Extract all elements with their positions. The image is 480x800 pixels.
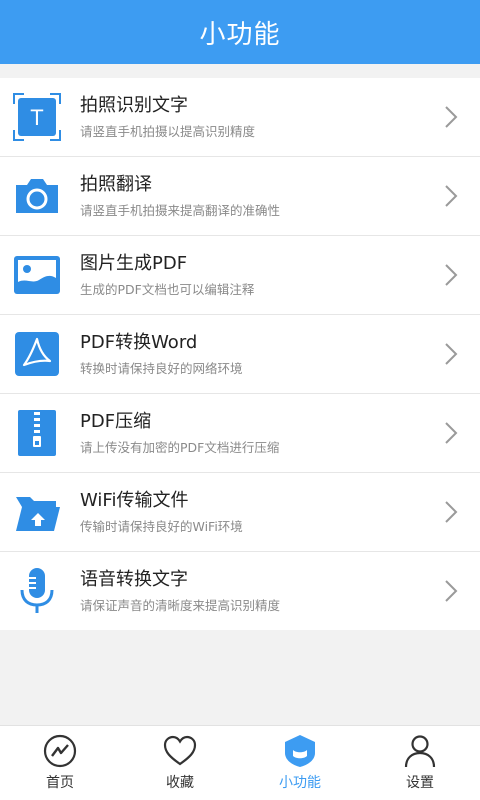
chevron-right-icon	[436, 102, 466, 132]
feature-subtitle: 请上传没有加密的PDF文档进行压缩	[80, 440, 280, 455]
feature-subtitle: 生成的PDF文档也可以编辑注释	[80, 282, 255, 297]
tab-favorites[interactable]: 收藏	[120, 726, 240, 800]
feature-title: 图片生成PDF	[80, 253, 188, 274]
feature-title: 拍照识别文字	[80, 95, 188, 116]
microphone-icon	[12, 566, 62, 616]
user-icon	[401, 732, 439, 770]
chevron-right-icon	[436, 497, 466, 527]
feature-item-speech-to-text[interactable]: 语音转换文字 请保证声音的清晰度来提高识别精度	[0, 552, 480, 630]
tab-label: 设置	[406, 775, 434, 791]
pdf-icon	[12, 329, 62, 379]
tab-label: 收藏	[166, 775, 194, 791]
zip-icon	[12, 408, 62, 458]
feature-title: 拍照翻译	[80, 174, 152, 195]
bottom-tab-bar: 首页 收藏 小功能 设置	[0, 725, 480, 800]
feature-subtitle: 请竖直手机拍摄来提高翻译的准确性	[80, 203, 281, 218]
chevron-right-icon	[436, 260, 466, 290]
feature-item-pdf-to-word[interactable]: PDF转换Word 转换时请保持良好的网络环境	[0, 315, 480, 394]
tab-tools[interactable]: 小功能	[240, 726, 360, 800]
feature-subtitle: 请保证声音的清晰度来提高识别精度	[80, 598, 281, 613]
svg-text:T: T	[30, 105, 43, 130]
scan-text-icon: T	[12, 92, 62, 142]
chevron-right-icon	[436, 418, 466, 448]
home-activity-icon	[41, 732, 79, 770]
image-icon	[12, 250, 62, 300]
feature-list: T 拍照识别文字 请竖直手机拍摄以提高识别精度 拍照翻译 请竖直手机拍摄来提高翻…	[0, 78, 480, 630]
feature-title: WiFi传输文件	[80, 490, 189, 511]
feature-subtitle: 传输时请保持良好的WiFi环境	[80, 519, 243, 534]
app-header: 小功能	[0, 0, 480, 64]
camera-icon	[12, 171, 62, 221]
feature-title: 语音转换文字	[80, 569, 188, 590]
feature-item-ocr[interactable]: T 拍照识别文字 请竖直手机拍摄以提高识别精度	[0, 78, 480, 157]
tab-label: 首页	[46, 775, 74, 791]
feature-item-wifi-transfer[interactable]: WiFi传输文件 传输时请保持良好的WiFi环境	[0, 473, 480, 552]
heart-icon	[161, 732, 199, 770]
feature-item-pdf-compress[interactable]: PDF压缩 请上传没有加密的PDF文档进行压缩	[0, 394, 480, 473]
chevron-right-icon	[436, 576, 466, 606]
shield-icon	[281, 732, 319, 770]
feature-subtitle: 转换时请保持良好的网络环境	[80, 361, 243, 376]
feature-title: PDF压缩	[80, 411, 152, 432]
folder-upload-icon	[12, 487, 62, 537]
feature-subtitle: 请竖直手机拍摄以提高识别精度	[80, 124, 256, 139]
tab-home[interactable]: 首页	[0, 726, 120, 800]
tab-settings[interactable]: 设置	[360, 726, 480, 800]
feature-item-image-to-pdf[interactable]: 图片生成PDF 生成的PDF文档也可以编辑注释	[0, 236, 480, 315]
feature-title: PDF转换Word	[80, 332, 198, 353]
header-spacer	[0, 64, 480, 78]
feature-item-photo-translate[interactable]: 拍照翻译 请竖直手机拍摄来提高翻译的准确性	[0, 157, 480, 236]
page-title: 小功能	[199, 19, 281, 50]
chevron-right-icon	[436, 181, 466, 211]
tab-label: 小功能	[279, 775, 321, 791]
chevron-right-icon	[436, 339, 466, 369]
